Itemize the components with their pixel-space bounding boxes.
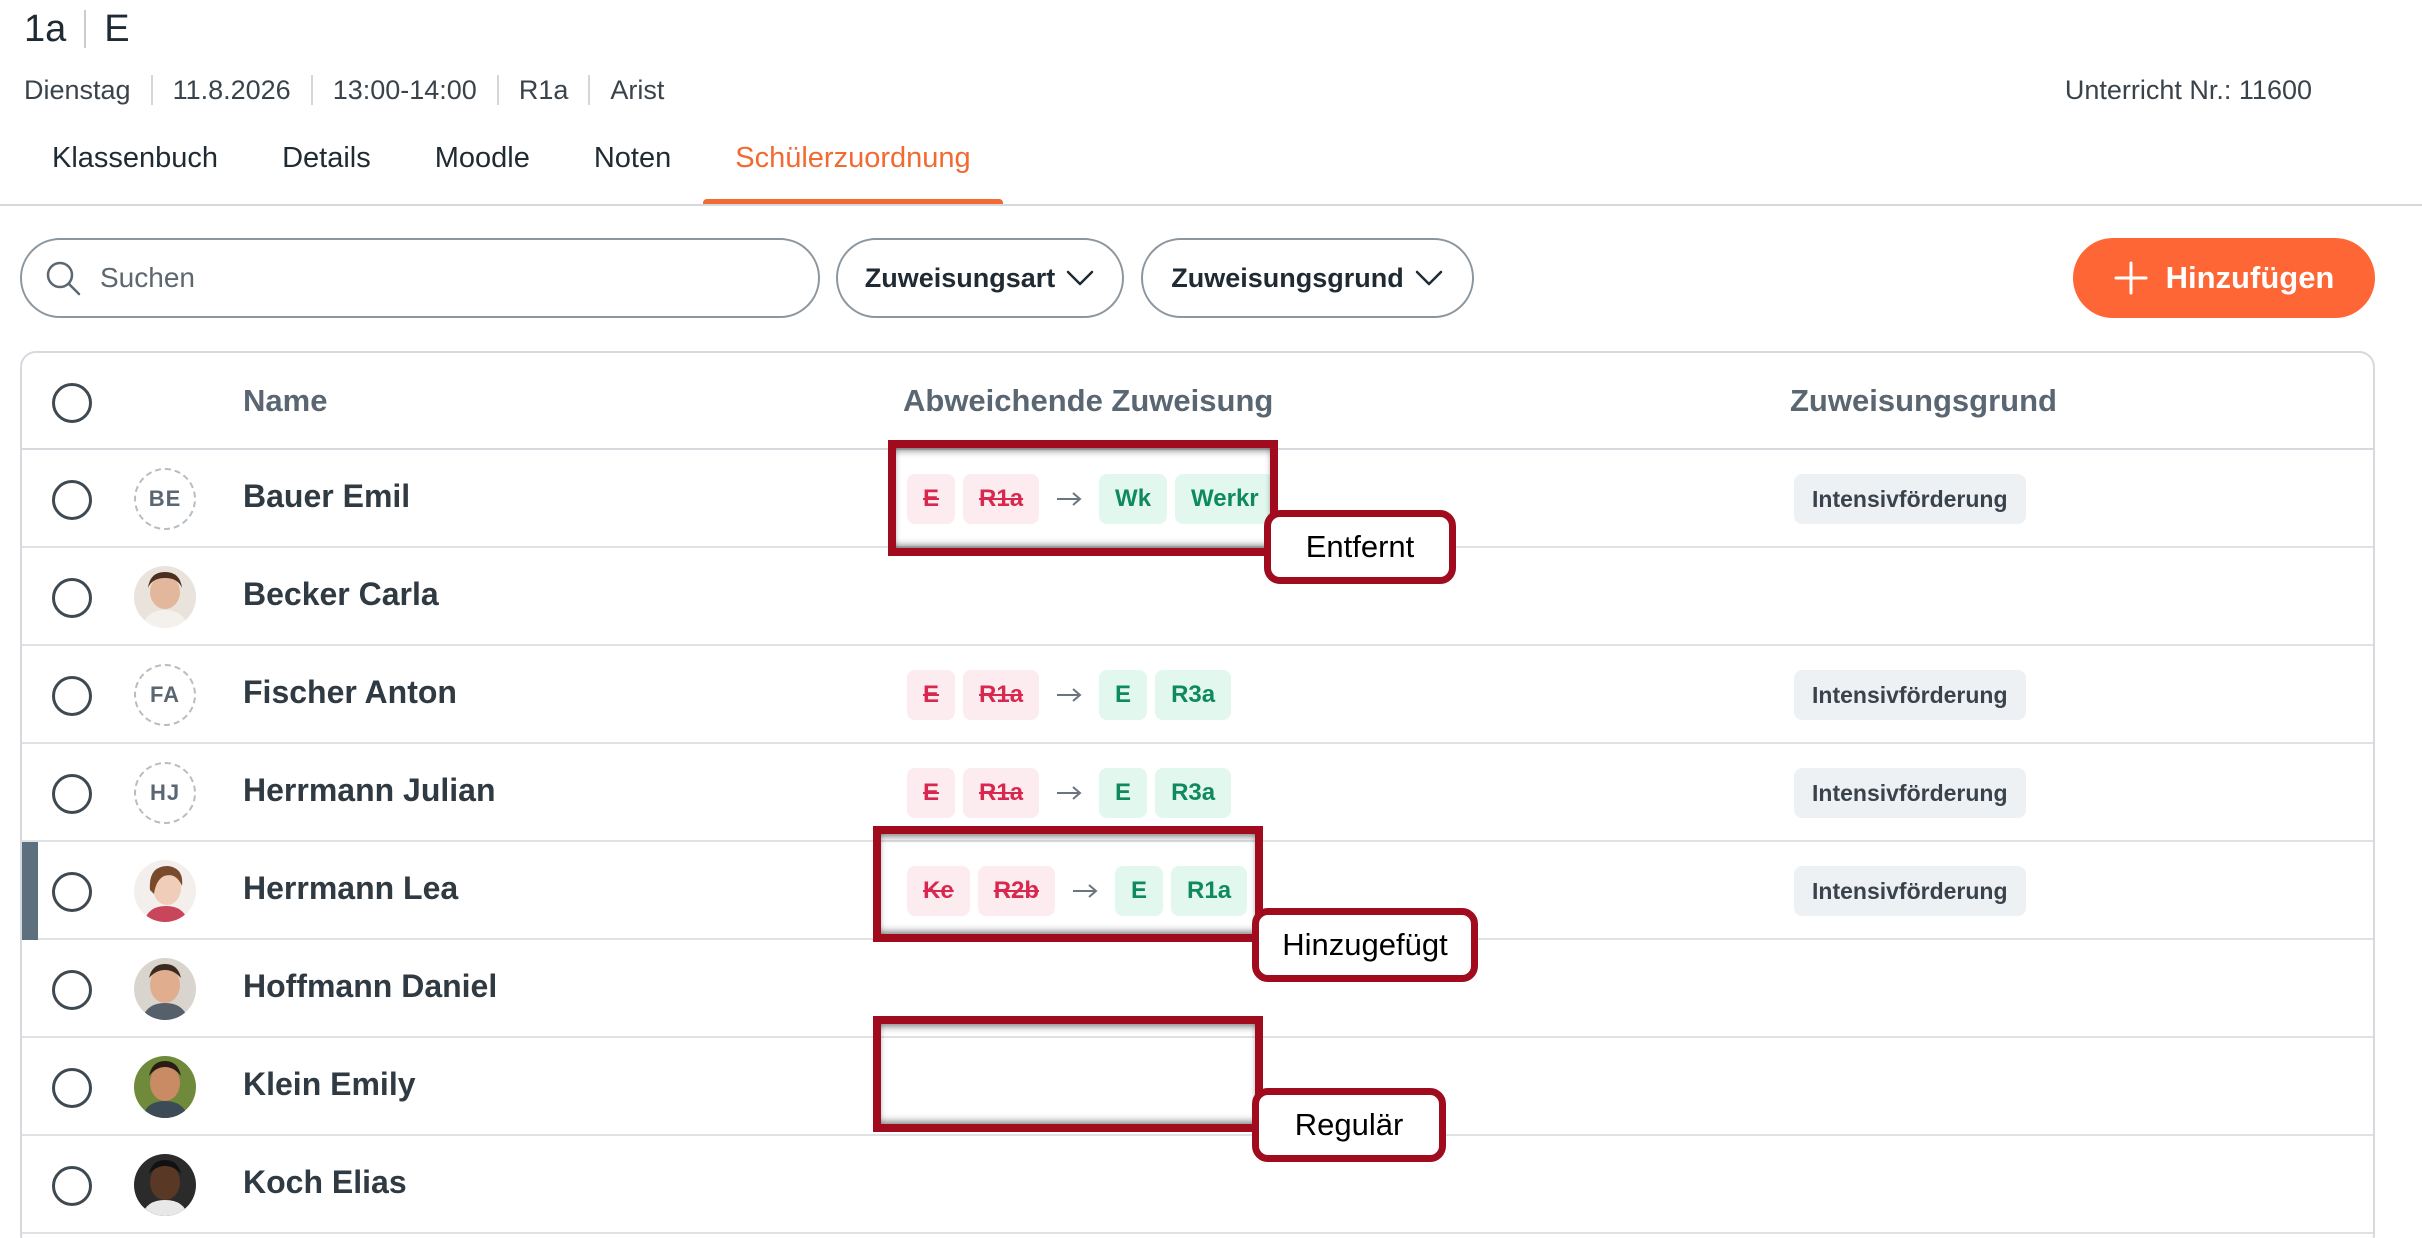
student-name: Fischer Anton <box>243 674 457 710</box>
avatar: BE <box>134 468 196 530</box>
page-title: 1a E <box>24 6 130 52</box>
meta-divider <box>496 75 499 105</box>
meta-date: 11.8.2026 <box>172 74 291 105</box>
reason-badge: Intensivförderung <box>1794 670 2026 720</box>
meta-time: 13:00-14:00 <box>332 74 477 105</box>
added-room-chip: R3a <box>1155 670 1232 720</box>
meta-teacher: Arist <box>610 74 665 105</box>
annotation-box-added <box>873 826 1263 942</box>
tab-moodle[interactable]: Moodle <box>403 136 562 206</box>
add-button-label: Hinzufügen <box>2165 260 2335 295</box>
row-checkbox[interactable] <box>52 578 92 618</box>
lesson-meta: Dienstag 11.8.2026 13:00-14:00 R1a Arist <box>24 72 664 108</box>
added-subject-chip: E <box>1099 768 1148 818</box>
student-name: Koch Elias <box>243 1164 407 1200</box>
annotation-label-added: Hinzugefügt <box>1252 908 1478 982</box>
class-name: 1a <box>24 7 67 50</box>
row-checkbox[interactable] <box>52 1166 92 1206</box>
meta-divider <box>310 75 313 105</box>
removed-subject-chip: E <box>907 768 956 818</box>
annotation-box-regular <box>873 1016 1263 1132</box>
avatar <box>134 1154 196 1216</box>
student-name: Herrmann Lea <box>243 870 459 906</box>
reason-badge: Intensivförderung <box>1794 474 2026 524</box>
added-subject-chip: E <box>1099 670 1148 720</box>
column-header-reason[interactable]: Zuweisungsgrund <box>1790 383 2057 419</box>
assignment-change: E R1a E R3a <box>907 670 1239 720</box>
assignment-type-filter[interactable]: Zuweisungsart <box>836 238 1124 318</box>
removed-room-chip: R1a <box>963 768 1040 818</box>
avatar <box>134 566 196 628</box>
arrow-right-icon <box>1047 785 1091 801</box>
assignment-change: E R1a E R3a <box>907 768 1239 818</box>
title-divider <box>84 10 87 48</box>
student-name: Becker Carla <box>243 576 439 612</box>
avatar <box>134 860 196 922</box>
row-checkbox[interactable] <box>52 872 92 912</box>
reason-badge: Intensivförderung <box>1794 866 2026 916</box>
table-row[interactable]: Koch Elias <box>22 1136 2373 1234</box>
filter-label: Zuweisungsart <box>864 262 1056 293</box>
meta-day: Dienstag <box>24 74 131 105</box>
avatar <box>134 958 196 1020</box>
avatar: FA <box>134 664 196 726</box>
tab-divider <box>0 204 2422 206</box>
tab-schuelerzuordnung[interactable]: Schülerzuordnung <box>703 136 1004 206</box>
search-box[interactable] <box>20 238 820 318</box>
added-room-chip: R3a <box>1155 768 1232 818</box>
table-row[interactable]: Becker Carla <box>22 548 2373 646</box>
student-name: Herrmann Julian <box>243 772 496 808</box>
student-name: Hoffmann Daniel <box>243 968 498 1004</box>
lesson-number: Unterricht Nr.: 11600 <box>2064 74 2312 105</box>
reason-badge: Intensivförderung <box>1794 768 2026 818</box>
search-input[interactable] <box>100 262 780 294</box>
row-checkbox[interactable] <box>52 774 92 814</box>
student-name: Bauer Emil <box>243 478 411 514</box>
row-checkbox[interactable] <box>52 480 92 520</box>
page: 1a E Dienstag 11.8.2026 13:00-14:00 R1a … <box>0 0 2422 1238</box>
tab-noten[interactable]: Noten <box>562 136 703 206</box>
tab-bar: Klassenbuch Details Moodle Noten Schüler… <box>20 136 1004 206</box>
plus-icon <box>2114 261 2148 295</box>
column-header-assignment[interactable]: Abweichende Zuweisung <box>903 383 1273 419</box>
chevron-down-icon <box>1415 270 1442 286</box>
chevron-down-icon <box>1067 270 1094 286</box>
assignment-reason-filter[interactable]: Zuweisungsgrund <box>1141 238 1474 318</box>
table-header: Name Abweichende Zuweisung Zuweisungsgru… <box>22 353 2373 450</box>
annotation-label-regular: Regulär <box>1252 1088 1446 1162</box>
arrow-right-icon <box>1047 687 1091 703</box>
meta-divider <box>150 75 153 105</box>
annotation-label-removed: Entfernt <box>1264 510 1456 584</box>
row-checkbox[interactable] <box>52 970 92 1010</box>
subject-name: E <box>104 7 130 50</box>
row-checkbox[interactable] <box>52 676 92 716</box>
removed-room-chip: R1a <box>963 670 1040 720</box>
student-name: Klein Emily <box>243 1066 416 1102</box>
tab-details[interactable]: Details <box>250 136 403 206</box>
add-button[interactable]: Hinzufügen <box>2073 238 2375 318</box>
column-header-name[interactable]: Name <box>243 383 327 419</box>
filter-label: Zuweisungsgrund <box>1171 262 1404 293</box>
search-icon <box>46 261 81 296</box>
avatar <box>134 1056 196 1118</box>
table-row[interactable]: FA Fischer Anton E R1a E R3a Intensivför… <box>22 646 2373 744</box>
meta-room: R1a <box>518 74 569 105</box>
meta-divider <box>588 75 591 105</box>
select-all-checkbox[interactable] <box>52 383 92 423</box>
row-checkbox[interactable] <box>52 1068 92 1108</box>
removed-subject-chip: E <box>907 670 956 720</box>
avatar: HJ <box>134 762 196 824</box>
annotation-box-removed <box>888 440 1278 556</box>
tab-klassenbuch[interactable]: Klassenbuch <box>20 136 250 206</box>
